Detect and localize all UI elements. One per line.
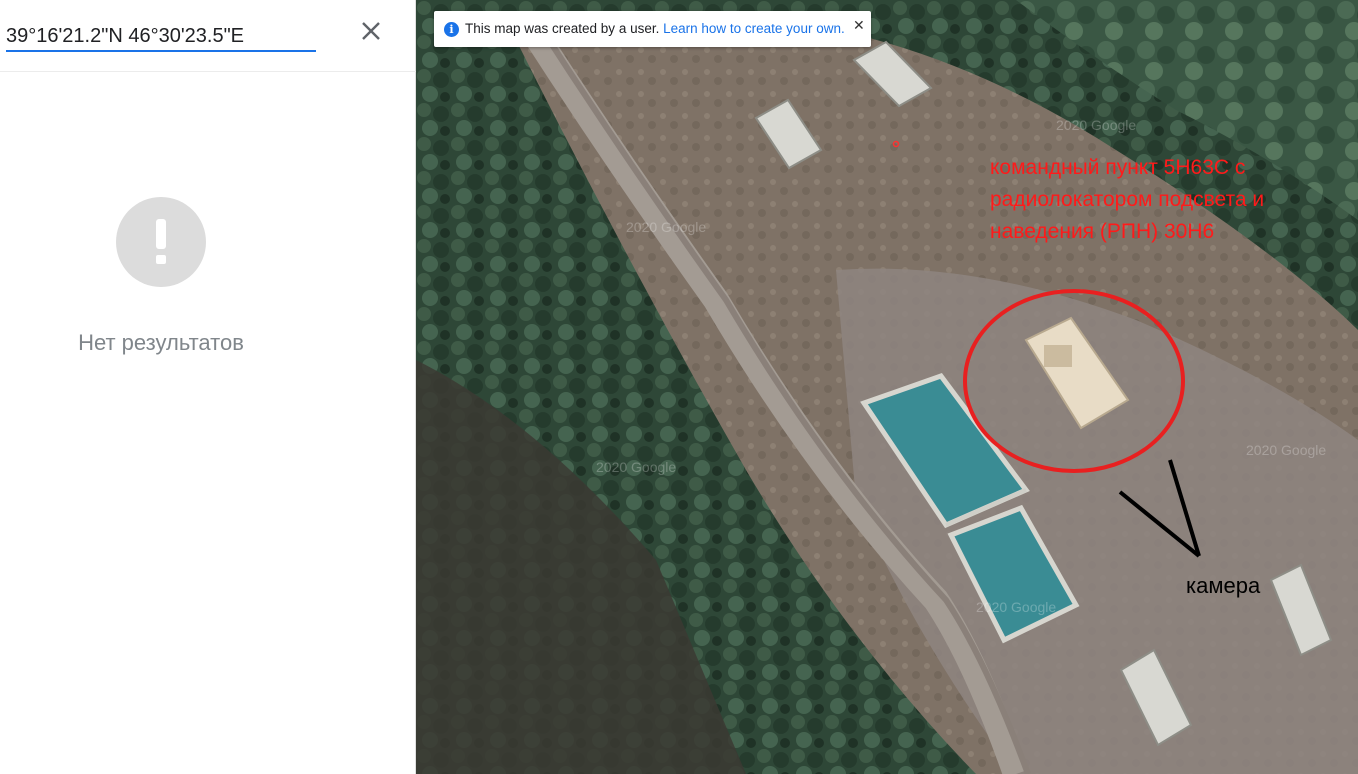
- search-input[interactable]: [6, 22, 316, 52]
- watermark: 2020 Google: [1246, 442, 1326, 458]
- watermark: 2020 Google: [976, 599, 1056, 615]
- no-results-text: Нет результатов: [78, 330, 244, 355]
- user-map-notice: i This map was created by a user. Learn …: [434, 11, 871, 47]
- watermark: 2020 Google: [596, 459, 676, 475]
- search-bar: [0, 0, 416, 72]
- satellite-imagery: 2020 Google 2020 Google 2020 Google 2020…: [416, 0, 1358, 774]
- search-panel: Нет результатов: [0, 0, 416, 774]
- watermark: 2020 Google: [626, 219, 706, 235]
- close-icon[interactable]: ✕: [853, 17, 865, 34]
- create-map-link[interactable]: Learn how to create your own.: [663, 21, 845, 36]
- annotation-command-post: командный пункт 5Н63С с радиолокатором п…: [990, 156, 1265, 243]
- satellite-map[interactable]: 2020 Google 2020 Google 2020 Google 2020…: [416, 0, 1358, 774]
- watermark: 2020 Google: [1056, 117, 1136, 133]
- info-icon: i: [444, 22, 459, 37]
- notice-text: This map was created by a user.: [465, 21, 660, 36]
- exclamation-icon: [116, 197, 206, 287]
- close-icon: [362, 22, 380, 40]
- annotation-camera: камера: [1186, 573, 1261, 598]
- clear-search-button[interactable]: [356, 16, 386, 46]
